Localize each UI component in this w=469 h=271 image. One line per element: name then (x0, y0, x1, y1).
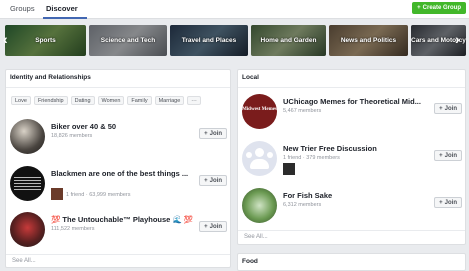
chip-friendship[interactable]: Friendship (33, 96, 68, 105)
join-label: Join (209, 223, 222, 230)
join-label: Join (444, 199, 457, 206)
divider (6, 87, 230, 88)
section-title: Identity and Relationships (10, 74, 91, 81)
join-button[interactable]: + Join (434, 150, 462, 161)
category-home-garden[interactable]: Home and Garden (251, 25, 326, 56)
chevron-right-icon[interactable]: › (455, 32, 460, 46)
section-title: Local (242, 74, 259, 81)
group-name[interactable]: New Trier Free Discussion (283, 144, 377, 153)
group-name[interactable]: UChicago Memes for Theoretical Mid... (283, 97, 421, 106)
category-news-politics[interactable]: News and Politics (329, 25, 408, 56)
plus-icon: + (204, 130, 208, 137)
divider (238, 230, 465, 231)
plus-icon: + (204, 177, 208, 184)
top-tab-bar: Groups Discover + Create Group (0, 0, 469, 19)
group-members: 6,312 members (283, 202, 322, 208)
join-button[interactable]: + Join (434, 103, 462, 114)
category-label: Home and Garden (260, 37, 317, 44)
category-carousel: Sports Science and Tech Travel and Place… (0, 22, 469, 58)
join-label: Join (444, 152, 457, 159)
identity-relationships-card: Identity and Relationships Love Friendsh… (5, 69, 231, 268)
group-avatar[interactable] (10, 119, 45, 154)
local-card: Local Midwest Memes UChicago Memes for T… (237, 69, 466, 245)
plus-icon: + (417, 5, 421, 11)
chevron-left-icon[interactable]: ‹ (3, 32, 8, 46)
group-row[interactable]: For Fish Sake 6,312 members + Join (238, 183, 465, 229)
friend-avatar (283, 163, 295, 175)
group-avatar[interactable] (10, 166, 45, 201)
group-row[interactable]: Midwest Memes UChicago Memes for Theoret… (238, 89, 465, 135)
group-members: 1 friend · 379 members (283, 155, 340, 161)
join-button[interactable]: + Join (199, 221, 227, 232)
join-button[interactable]: + Join (434, 197, 462, 208)
chip-women[interactable]: Women (97, 96, 125, 105)
group-row[interactable]: Blackmen are one of the best things ... … (6, 161, 230, 207)
group-name[interactable]: For Fish Sake (283, 191, 332, 200)
group-members: 1 friend · 63,999 members (66, 192, 131, 198)
default-group-icon[interactable] (242, 141, 277, 176)
join-label: Join (209, 177, 222, 184)
plus-icon: + (204, 223, 208, 230)
group-row[interactable]: New Trier Free Discussion 1 friend · 379… (238, 136, 465, 182)
avatar-logo-text: Midwest Memes (242, 107, 277, 112)
group-name[interactable]: Blackmen are one of the best things ... (51, 169, 188, 178)
join-button[interactable]: + Join (199, 128, 227, 139)
divider (6, 254, 230, 255)
plus-icon: + (439, 152, 443, 159)
section-title: Food (242, 258, 258, 265)
active-tab-indicator (43, 17, 87, 19)
group-avatar[interactable] (242, 188, 277, 223)
group-avatar[interactable]: Midwest Memes (242, 94, 277, 129)
topic-chips: Love Friendship Dating Women Family Marr… (11, 96, 201, 105)
category-label: News and Politics (340, 37, 397, 44)
category-sports[interactable]: Sports (5, 25, 86, 56)
category-label: Sports (35, 37, 56, 44)
divider (238, 87, 465, 88)
plus-icon: + (439, 105, 443, 112)
chip-family[interactable]: Family (127, 96, 152, 105)
category-science-tech[interactable]: Science and Tech (89, 25, 167, 56)
group-row[interactable]: 💯 The Untouchable™ Playhouse 🌊 💯 111,522… (6, 207, 230, 253)
group-name[interactable]: 💯 The Untouchable™ Playhouse 🌊 💯 (51, 215, 193, 224)
tab-groups[interactable]: Groups (10, 4, 35, 13)
tab-discover[interactable]: Discover (46, 4, 78, 13)
chip-marriage[interactable]: Marriage (154, 96, 185, 105)
group-name[interactable]: Biker over 40 & 50 (51, 122, 116, 131)
see-all-link[interactable]: See All... (12, 258, 36, 264)
group-avatar[interactable] (10, 212, 45, 247)
category-label: Travel and Places (181, 37, 237, 44)
food-card: Food (237, 253, 466, 271)
category-label: Science and Tech (100, 37, 156, 44)
join-label: Join (444, 105, 457, 112)
chip-more[interactable]: ··· (187, 96, 201, 105)
plus-icon: + (439, 199, 443, 206)
create-group-label: Create Group (422, 5, 461, 11)
chip-love[interactable]: Love (11, 96, 31, 105)
join-button[interactable]: + Join (199, 175, 227, 186)
group-members: 5,467 members (283, 108, 322, 114)
join-label: Join (209, 130, 222, 137)
create-group-button[interactable]: + Create Group (412, 2, 466, 14)
friend-avatar (51, 188, 63, 200)
group-row[interactable]: Biker over 40 & 50 18,826 members + Join (6, 114, 230, 160)
group-members: 18,826 members (51, 133, 93, 139)
group-members: 111,522 members (51, 226, 95, 232)
see-all-link[interactable]: See All... (244, 234, 268, 240)
category-travel-places[interactable]: Travel and Places (170, 25, 248, 56)
chip-dating[interactable]: Dating (70, 96, 95, 105)
